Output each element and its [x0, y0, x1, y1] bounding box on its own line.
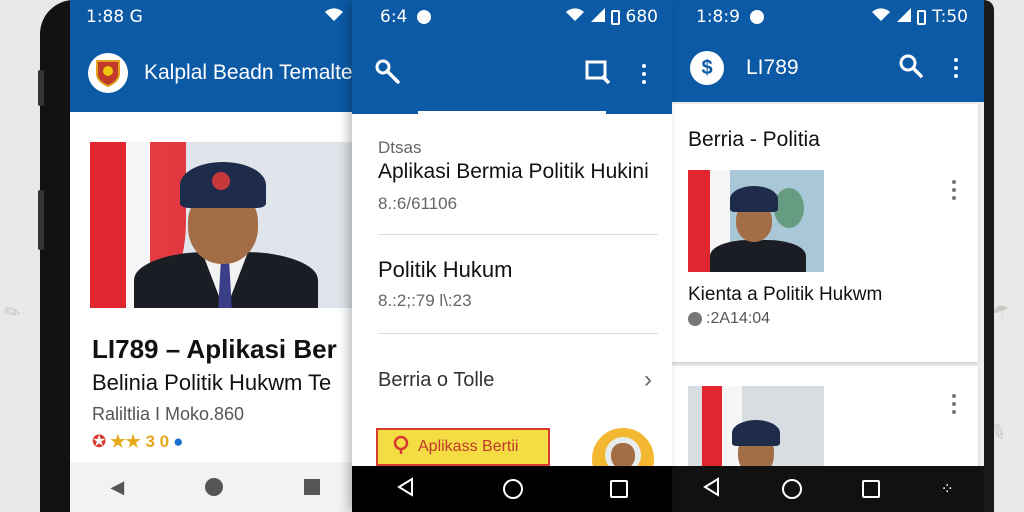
section-title: Berria - Politia [688, 128, 820, 151]
status-time: 6:4 [380, 7, 408, 27]
chevron-right-icon: › [644, 366, 652, 393]
article-subheadline: Belinia Politik Hukwm Te [92, 370, 332, 395]
battery-icon [917, 9, 927, 25]
notification-icon [749, 10, 764, 24]
app-bar [352, 34, 672, 114]
apps-grid-icon[interactable]: ⁘ [940, 479, 953, 499]
list-item-meta: 8.:2;:79 l\:23 [378, 291, 472, 310]
rating-row: ✪ ★★ 3 0 ● [92, 432, 183, 452]
app-logo-icon: $ [690, 51, 724, 85]
search-icon[interactable] [584, 58, 612, 91]
phone-left: 1:88 G Kalplal Beadn Temalte LI789 – Apl… [0, 0, 360, 512]
more-options-icon[interactable] [952, 180, 956, 200]
notification-icon [417, 10, 432, 24]
recents-nav-icon[interactable] [303, 479, 320, 495]
pin-icon [392, 435, 410, 460]
phone-right-bezel [984, 0, 994, 512]
app-title: LI789 [746, 56, 799, 79]
home-nav-icon[interactable] [502, 479, 523, 499]
tab-indicator [418, 111, 606, 114]
wifi-icon [871, 7, 891, 28]
promo-banner-label: Aplikass Bertii [418, 438, 519, 455]
side-button [38, 70, 44, 106]
divider [378, 333, 658, 334]
nav-bar: ◀ [70, 462, 360, 512]
back-nav-icon[interactable] [702, 476, 722, 502]
side-button [38, 190, 44, 250]
status-value: T:50 [932, 7, 968, 27]
article-headline[interactable]: LI789 – Aplikasi Ber [92, 334, 360, 365]
signal-icon [897, 7, 912, 27]
phone-middle-screen: 6:4 680 Dtsas Aplikasi Bermia Politik Hu… [352, 0, 672, 512]
app-bar: $ LI789 [672, 34, 984, 102]
home-nav-icon[interactable] [204, 478, 223, 496]
more-options-icon[interactable] [642, 64, 646, 84]
list-item[interactable]: Aplikasi Bermia Politik Hukini 8.:6/6110… [378, 160, 668, 214]
wifi-icon [324, 7, 344, 28]
more-options-icon[interactable] [952, 394, 956, 414]
battery-icon [610, 9, 620, 25]
more-options-icon[interactable] [954, 58, 958, 78]
card-title: Kienta a Politik Hukwm [688, 284, 883, 305]
recents-nav-icon[interactable] [862, 480, 881, 498]
app-logo-icon [88, 53, 128, 93]
recents-nav-icon[interactable] [610, 480, 629, 498]
status-bar: 1:8:9 T:50 [672, 0, 984, 34]
list-item-title: Aplikasi Bermia Politik Hukini [378, 160, 649, 183]
back-nav-icon[interactable] [396, 476, 416, 502]
status-time: 1:8:9 [696, 7, 740, 27]
list-item-title: Berria o Tolle [378, 368, 495, 391]
clock-icon [688, 312, 702, 326]
promo-banner[interactable]: Aplikass Bertii [376, 428, 550, 466]
back-nav-icon[interactable]: ◀ [110, 477, 124, 498]
badge-icon: ✪ [92, 432, 107, 451]
drop-icon: ● [173, 432, 184, 451]
list-item-title: Politik Hukum [378, 257, 513, 282]
article-hero-image[interactable] [90, 142, 360, 308]
search-icon[interactable] [898, 53, 924, 84]
status-time: 1:88 G [86, 7, 143, 27]
app-bar: Kalplal Beadn Temalte [70, 34, 360, 112]
card-meta-row: :2A14:04 [688, 310, 770, 328]
wifi-icon [565, 7, 585, 28]
rating-stars: ★★ 3 0 [110, 432, 170, 451]
divider [378, 234, 658, 235]
section-label: Dtsas [378, 138, 422, 157]
card-meta: :2A14:04 [706, 310, 771, 327]
nav-bar [352, 466, 672, 512]
news-card[interactable]: Berria - Politia Kienta a Politik Hukwm … [672, 104, 978, 362]
list-item[interactable]: Berria o Tolle › [378, 366, 652, 394]
status-value: 680 [625, 7, 658, 27]
phone-right-screen: 1:8:9 T:50 $ LI789 Berria - Politia Kien… [672, 0, 984, 512]
signal-icon [590, 7, 605, 27]
list-item-meta: 8.:6/61106 [378, 194, 458, 213]
list-item[interactable]: Politik Hukum 8.:2;:79 l\:23 [378, 257, 668, 311]
wrench-icon[interactable] [374, 58, 402, 91]
nav-bar: ⁘ [672, 466, 984, 512]
phone-screen: 1:88 G Kalplal Beadn Temalte LI789 – Apl… [70, 0, 360, 512]
status-bar: 1:88 G [70, 0, 360, 34]
app-title: Kalplal Beadn Temalte [144, 61, 353, 84]
headline-line: LI789 – Aplikasi Ber [92, 334, 337, 364]
home-nav-icon[interactable] [782, 479, 803, 499]
card-image[interactable] [688, 170, 824, 272]
article-meta: Raliltlia I Moko.860 [92, 404, 245, 424]
status-bar: 6:4 680 [352, 0, 672, 34]
